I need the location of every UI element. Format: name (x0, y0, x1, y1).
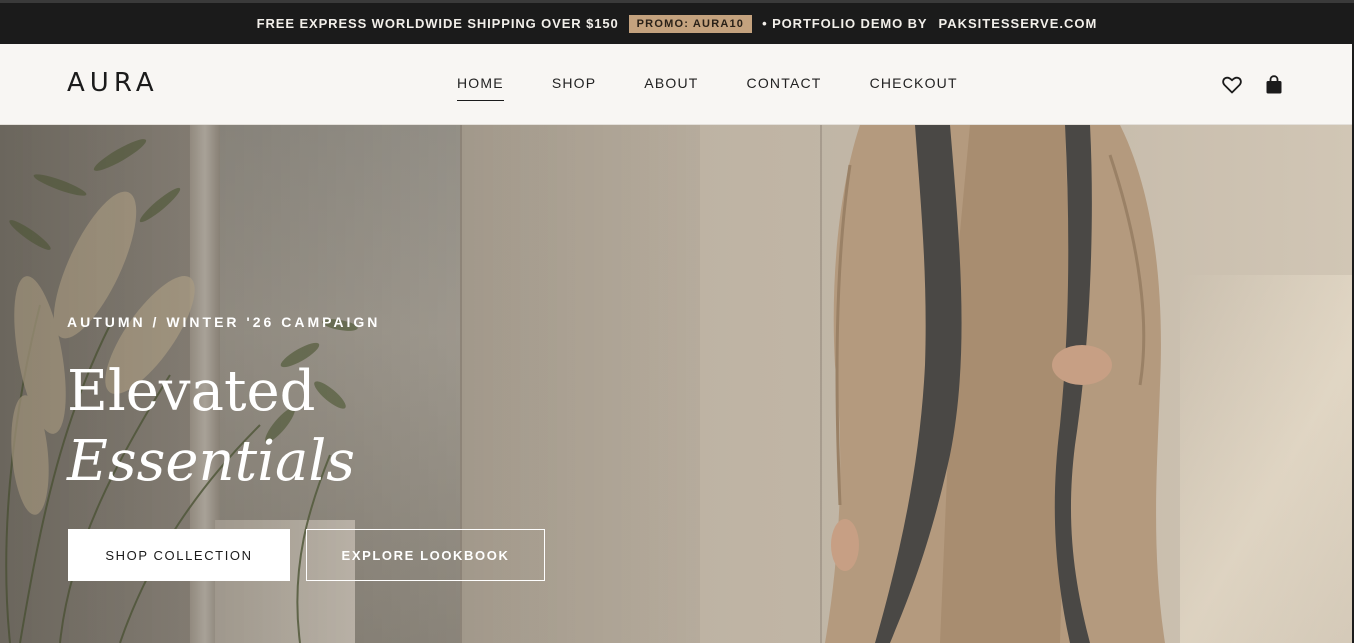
heart-icon[interactable] (1221, 73, 1243, 97)
hero-eyebrow: AUTUMN / WINTER '26 CAMPAIGN (67, 314, 381, 330)
model-in-coat-image (825, 125, 1165, 643)
site-logo[interactable]: AURA (67, 68, 159, 98)
shipping-text: FREE EXPRESS WORLDWIDE SHIPPING OVER $15… (256, 16, 619, 31)
hero-headline: Elevated Essentials (67, 357, 355, 497)
header-actions (1221, 73, 1285, 97)
sunlight-overlay (1180, 275, 1352, 643)
headline-line-2: Essentials (67, 429, 356, 494)
explore-lookbook-button[interactable]: EXPLORE LOOKBOOK (306, 529, 545, 581)
nav-contact[interactable]: CONTACT (747, 75, 822, 101)
main-nav: HOME SHOP ABOUT CONTACT CHECKOUT (457, 75, 1006, 101)
announcement-bar: FREE EXPRESS WORLDWIDE SHIPPING OVER $15… (0, 0, 1354, 44)
site-header: AURA HOME SHOP ABOUT CONTACT CHECKOUT (0, 44, 1352, 125)
promo-badge: PROMO: AURA10 (628, 14, 753, 33)
shop-collection-button[interactable]: SHOP COLLECTION (68, 529, 290, 581)
shopping-bag-icon[interactable] (1263, 73, 1285, 97)
hero-banner: AUTUMN / WINTER '26 CAMPAIGN Elevated Es… (0, 125, 1352, 643)
nav-about[interactable]: ABOUT (644, 75, 698, 101)
headline-line-1: Elevated (67, 359, 316, 424)
nav-checkout[interactable]: CHECKOUT (870, 75, 958, 101)
nav-shop[interactable]: SHOP (552, 75, 596, 101)
nav-home[interactable]: HOME (457, 75, 504, 101)
demo-prefix: • PORTFOLIO DEMO BY (762, 16, 928, 31)
demo-brand-link[interactable]: PAKSITESSERVE.COM (939, 16, 1098, 31)
